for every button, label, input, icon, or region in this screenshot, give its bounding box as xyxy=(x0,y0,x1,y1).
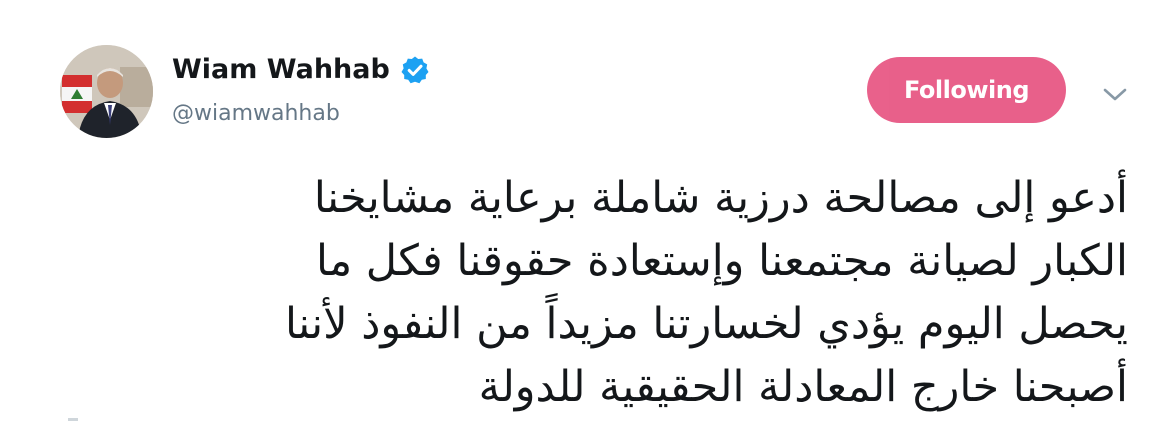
tweet-line: الكبار لصيانة مجتمعنا وإستعادة حقوقنا فك… xyxy=(315,236,1128,286)
tweet-card: Wiam Wahhab @wiamwahhab Following أدعو إ… xyxy=(0,0,1175,423)
profile-photo-icon xyxy=(60,45,153,138)
author-row: Wiam Wahhab xyxy=(172,54,430,86)
following-button[interactable]: Following xyxy=(867,57,1066,123)
avatar[interactable] xyxy=(60,45,153,138)
author-handle[interactable]: @wiamwahhab xyxy=(172,100,340,128)
display-name[interactable]: Wiam Wahhab xyxy=(172,54,390,86)
tweet-text: أدعو إلى مصالحة درزية شاملة برعاية مشايخ… xyxy=(108,167,1128,419)
divider xyxy=(68,418,78,421)
tweet-line: أصبحنا خارج المعادلة الحقيقية للدولة xyxy=(478,362,1128,412)
verified-badge-icon xyxy=(400,55,430,85)
tweet-line: أدعو إلى مصالحة درزية شاملة برعاية مشايخ… xyxy=(313,173,1128,223)
tweet-line: يحصل اليوم يؤدي لخسارتنا مزيداً من النفو… xyxy=(285,299,1128,349)
chevron-down-icon[interactable] xyxy=(1101,84,1129,104)
